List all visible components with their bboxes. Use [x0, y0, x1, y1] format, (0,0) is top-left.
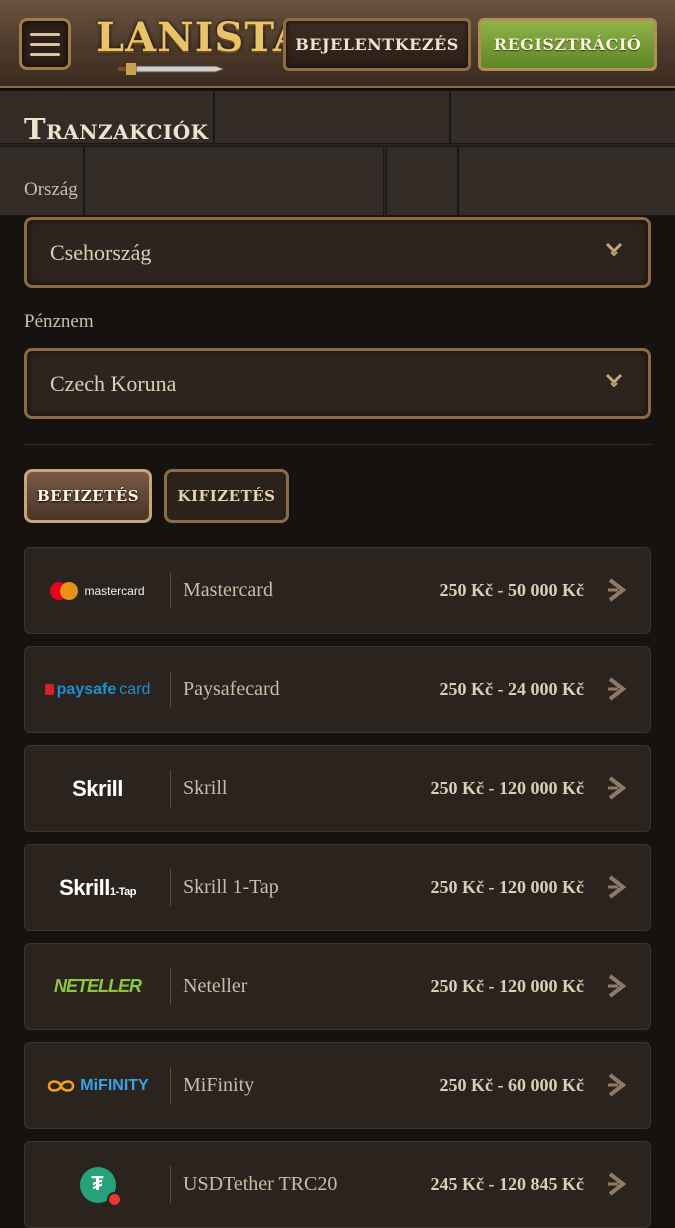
skrill-1tap-logo: Skrill1-Tap: [59, 874, 136, 900]
payment-name: MiFinity: [183, 1074, 255, 1096]
tron-icon: [106, 1191, 122, 1207]
top-header: LANISTA BEJELENTKEZÉS REGISZTRÁCIÓ: [0, 0, 675, 88]
section-divider: [24, 444, 651, 445]
usdt-tron-logo: ₮: [25, 1142, 170, 1227]
neteller-logo: NETELLER: [53, 976, 142, 996]
payment-row-neteller[interactable]: NETELLER Neteller 250 Kč - 120 000 Kč: [24, 943, 651, 1030]
chevron-right-icon: [608, 1172, 627, 1196]
payment-range: 250 Kč - 120 000 Kč: [430, 778, 584, 798]
currency-value: Czech Koruna: [50, 371, 177, 396]
payment-row-skrill[interactable]: Skrill Skrill 250 Kč - 120 000 Kč: [24, 745, 651, 832]
payment-range: 250 Kč - 50 000 Kč: [439, 580, 584, 600]
chevron-right-icon: [608, 1073, 627, 1097]
payment-range: 245 Kč - 120 845 Kč: [430, 1174, 584, 1194]
payment-row-usdt-trc20[interactable]: ₮ USDTether TRC20 245 Kč - 120 845 Kč: [24, 1141, 651, 1228]
country-label: Ország: [24, 179, 78, 200]
chevron-right-icon: [608, 974, 627, 998]
login-button[interactable]: BEJELENTKEZÉS: [283, 18, 471, 71]
mastercard-logo: mastercard: [25, 548, 170, 633]
payment-row-skrill-1tap[interactable]: Skrill1-Tap Skrill 1-Tap 250 Kč - 120 00…: [24, 844, 651, 931]
payment-range: 250 Kč - 120 000 Kč: [430, 877, 584, 897]
payment-name: USDTether TRC20: [183, 1173, 338, 1195]
payment-row-mifinity[interactable]: MiFINITY MiFinity 250 Kč - 60 000 Kč: [24, 1042, 651, 1129]
tab-withdraw[interactable]: KIFIZETÉS: [164, 469, 289, 523]
country-value: Csehország: [50, 240, 152, 265]
chevron-right-icon: [608, 578, 627, 602]
country-select[interactable]: Csehország: [24, 217, 651, 288]
paysafecard-logo: paysafe card: [25, 647, 170, 732]
page-title: Tranzakciók: [24, 112, 209, 146]
hamburger-menu-icon[interactable]: [19, 18, 71, 70]
chevron-down-icon: [604, 240, 624, 263]
payment-row-paysafecard[interactable]: paysafe card Paysafecard 250 Kč - 24 000 …: [24, 646, 651, 733]
payment-name: Neteller: [183, 975, 248, 997]
currency-select[interactable]: Czech Koruna: [24, 348, 651, 419]
lanista-logo[interactable]: LANISTA: [96, 12, 304, 78]
infinity-icon: [48, 1079, 75, 1092]
chevron-right-icon: [608, 776, 627, 800]
chevron-right-icon: [608, 875, 627, 899]
payment-row-mastercard[interactable]: mastercard Mastercard 250 Kč - 50 000 Kč: [24, 547, 651, 634]
chevron-right-icon: [608, 677, 627, 701]
payment-range: 250 Kč - 24 000 Kč: [439, 679, 584, 699]
payment-range: 250 Kč - 120 000 Kč: [430, 976, 584, 996]
payment-range: 250 Kč - 60 000 Kč: [439, 1075, 584, 1095]
sword-icon: [118, 63, 226, 75]
mifinity-logo: MiFINITY: [25, 1043, 170, 1128]
stone-wall-banner: [0, 90, 675, 216]
payment-name: Paysafecard: [183, 678, 280, 700]
payment-name: Skrill: [183, 777, 228, 799]
payment-name: Mastercard: [183, 579, 273, 601]
payment-name: Skrill 1-Tap: [183, 876, 279, 898]
chevron-down-icon: [604, 371, 624, 394]
skrill-logo: Skrill: [72, 775, 123, 801]
register-button[interactable]: REGISZTRÁCIÓ: [478, 18, 657, 71]
currency-label: Pénznem: [24, 311, 94, 332]
tab-deposit[interactable]: BEFIZETÉS: [24, 469, 152, 523]
